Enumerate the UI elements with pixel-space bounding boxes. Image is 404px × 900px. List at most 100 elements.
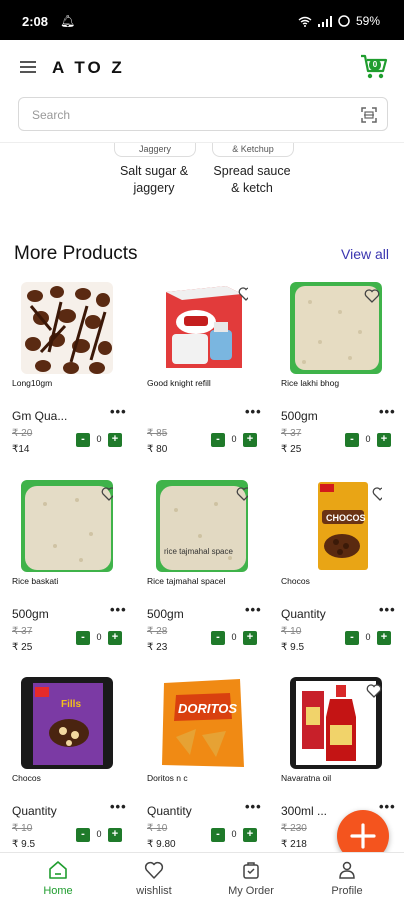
image-caption: DORITOS [178, 701, 237, 716]
product-image[interactable] [21, 480, 113, 572]
more-options-icon[interactable]: ••• [379, 602, 396, 617]
plus-icon [350, 823, 376, 849]
product-name: Chocos [12, 773, 41, 783]
nav-my-order[interactable]: My Order [211, 852, 291, 900]
product-image[interactable]: rice tajmahal space [156, 480, 248, 572]
decrease-button[interactable]: - [211, 631, 225, 645]
product-price: ₹ 80 [147, 444, 168, 455]
product-card[interactable]: Good knight refill ••• ₹ 85 ₹ 80 - 0 + [147, 282, 273, 460]
divider [0, 142, 404, 143]
product-quantity[interactable]: 500gm [147, 607, 184, 621]
more-options-icon[interactable]: ••• [245, 799, 262, 814]
more-options-icon[interactable]: ••• [245, 404, 262, 419]
product-price: ₹ 25 [281, 444, 302, 455]
status-icons: 59% [298, 14, 380, 28]
menu-icon[interactable] [20, 61, 36, 75]
category-chip[interactable]: Jaggery [114, 143, 196, 157]
wishlist-heart-icon[interactable] [238, 286, 248, 302]
more-options-icon[interactable]: ••• [379, 799, 396, 814]
category-chip[interactable]: & Ketchup [212, 143, 294, 157]
product-image[interactable] [21, 282, 113, 374]
more-options-icon[interactable]: ••• [110, 799, 127, 814]
item-count: 0 [96, 434, 102, 444]
product-name: Chocos [281, 576, 310, 586]
nav-profile[interactable]: Profile [307, 852, 387, 900]
app-title: A TO Z [52, 58, 125, 77]
decrease-button[interactable]: - [345, 433, 359, 447]
view-all-link[interactable]: View all [341, 246, 389, 262]
increase-button[interactable]: + [108, 631, 122, 645]
wishlist-heart-icon[interactable] [366, 683, 382, 699]
product-card[interactable]: rice tajmahal space Rice tajmahal spacel… [147, 480, 273, 658]
decrease-button[interactable]: - [211, 828, 225, 842]
decrease-button[interactable]: - [76, 828, 90, 842]
product-card[interactable]: Fills Chocos Quantity ••• ₹ 10 ₹ 9.5 - 0… [12, 677, 138, 855]
scan-icon[interactable] [361, 107, 377, 123]
product-card[interactable]: CHOCOS Chocos Quantity ••• ₹ 10 ₹ 9.5 - … [281, 480, 404, 658]
product-mrp: ₹ 10 [147, 823, 168, 834]
product-price: ₹ 25 [12, 642, 33, 653]
wishlist-heart-icon[interactable] [364, 288, 380, 304]
product-image[interactable]: CHOCOS [290, 480, 382, 572]
more-options-icon[interactable]: ••• [245, 602, 262, 617]
product-quantity[interactable]: 500gm [12, 607, 49, 621]
more-options-icon[interactable]: ••• [379, 404, 396, 419]
product-card[interactable]: Rice baskati 500gm ••• ₹ 37 ₹ 25 - 0 + [12, 480, 138, 658]
search-input[interactable]: Search [18, 97, 388, 131]
product-name: Long10gm [12, 378, 53, 388]
item-count: 0 [96, 632, 102, 642]
more-options-icon[interactable]: ••• [110, 602, 127, 617]
home-icon [49, 861, 67, 879]
order-bag-icon [243, 862, 259, 879]
product-image[interactable]: Fills [21, 677, 113, 769]
product-image[interactable] [290, 677, 382, 769]
product-image[interactable]: DORITOS [156, 677, 248, 769]
product-quantity[interactable]: Quantity [147, 804, 192, 818]
category-name[interactable]: Spread sauce & ketch [202, 163, 302, 197]
increase-button[interactable]: + [377, 433, 391, 447]
product-image[interactable] [156, 282, 248, 374]
decrease-button[interactable]: - [345, 631, 359, 645]
item-count: 0 [365, 434, 371, 444]
product-name: Rice tajmahal spacel [147, 576, 226, 586]
product-name: Rice lakhi bhog [281, 378, 340, 388]
product-quantity[interactable]: Quantity [281, 607, 326, 621]
product-mrp: ₹ 10 [281, 626, 302, 637]
wishlist-heart-icon[interactable] [101, 486, 113, 502]
status-time: 2:08 [22, 14, 49, 29]
product-name: Navaratna oil [281, 773, 332, 783]
increase-button[interactable]: + [243, 631, 257, 645]
wishlist-heart-icon[interactable] [372, 486, 382, 502]
increase-button[interactable]: + [243, 828, 257, 842]
nav-wishlist[interactable]: wishlist [114, 852, 194, 900]
product-card[interactable]: Rice lakhi bhog 500gm ••• ₹ 37 ₹ 25 - 0 … [281, 282, 404, 460]
status-bar: 2:08 🔔︎ 59% [0, 0, 404, 40]
nav-home[interactable]: Home [18, 852, 98, 900]
product-price: ₹ 9.5 [12, 839, 36, 850]
product-card[interactable]: Long10gm Gm Qua... ••• ₹ 20 ₹14 - 0 + [12, 282, 138, 460]
product-mrp: ₹ 37 [281, 428, 302, 439]
decrease-button[interactable]: - [76, 631, 90, 645]
product-name: Doritos n c [147, 773, 188, 783]
decrease-button[interactable]: - [76, 433, 90, 447]
category-name[interactable]: Salt sugar & jaggery [104, 163, 204, 197]
decrease-button[interactable]: - [211, 433, 225, 447]
item-count: 0 [231, 434, 237, 444]
increase-button[interactable]: + [243, 433, 257, 447]
product-mrp: ₹ 28 [147, 626, 168, 637]
section-title: More Products [14, 243, 138, 264]
product-quantity[interactable]: 500gm [281, 409, 318, 423]
product-quantity[interactable]: Gm Qua... [12, 409, 67, 423]
more-options-icon[interactable]: ••• [110, 404, 127, 419]
item-count: 0 [231, 632, 237, 642]
increase-button[interactable]: + [108, 433, 122, 447]
product-image[interactable] [290, 282, 382, 374]
product-price: ₹ 218 [281, 839, 307, 850]
increase-button[interactable]: + [377, 631, 391, 645]
wishlist-heart-icon[interactable] [236, 486, 248, 502]
product-quantity[interactable]: Quantity [12, 804, 57, 818]
product-card[interactable]: DORITOS Doritos n c Quantity ••• ₹ 10 ₹ … [147, 677, 273, 855]
product-quantity[interactable]: 300ml ... [281, 804, 327, 818]
product-mrp: ₹ 20 [12, 428, 33, 439]
increase-button[interactable]: + [108, 828, 122, 842]
